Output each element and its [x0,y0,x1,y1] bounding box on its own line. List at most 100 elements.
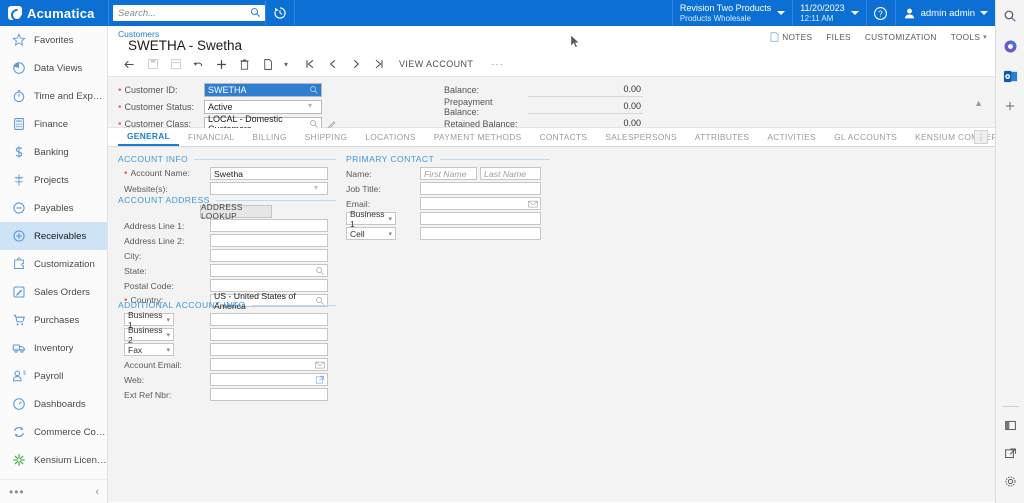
tab-salespersons[interactable]: SALESPERSONS [596,128,686,146]
sidebar-item-kensium-license[interactable]: Kensium License [0,446,107,474]
copilot-icon[interactable] [1000,36,1020,56]
sidebar-item-label: Payroll [34,370,64,382]
caret-down-icon[interactable]: ▾ [279,53,293,75]
business-date-selector[interactable]: 11/20/2023 12:11 AM [793,0,865,26]
sidebar-item-sales-orders[interactable]: Sales Orders [0,278,107,306]
next-record-icon[interactable] [344,53,367,75]
sidebar-item-projects[interactable]: Projects [0,166,107,194]
sidebar-item-favorites[interactable]: Favorites [0,26,107,54]
addl-business2-input[interactable] [210,328,328,341]
contact-cell-input[interactable] [420,227,541,240]
tab-attributes[interactable]: ATTRIBUTES [686,128,759,146]
account-name-row: Account Name: Swetha [124,167,328,180]
tab-billing[interactable]: BILLING [244,128,296,146]
tab-general[interactable]: GENERAL [118,128,180,146]
balance-row: Balance: 0.00 [444,83,643,97]
toolbar-more-button[interactable]: ··· [482,59,513,69]
user-menu[interactable]: admin admin [896,0,995,26]
sidebar-item-commerce-connec[interactable]: Commerce Connec... [0,418,107,446]
addl-business1-input[interactable] [210,313,328,326]
first-name-input[interactable]: First Name [420,167,477,180]
chevron-up-icon[interactable]: ▲ [974,98,983,108]
files-button[interactable]: FILES [826,32,851,42]
sidebar-item-payroll[interactable]: $ Payroll [0,362,107,390]
sidebar-item-dashboards[interactable]: Dashboards [0,390,107,418]
contact-business1-dropdown[interactable]: Business 1 ▾ [346,209,396,229]
undo-icon[interactable] [187,53,210,75]
back-arrow-icon[interactable] [118,53,141,75]
split-screen-icon[interactable] [1001,415,1021,435]
company-selector[interactable]: Revision Two Products Products Wholesale [673,0,792,26]
add-icon[interactable] [1000,96,1020,116]
address-line-2-input[interactable] [210,234,328,247]
address-line-1-input[interactable] [210,219,328,232]
lookup-icon[interactable] [315,266,325,276]
web-input[interactable] [210,373,328,386]
more-modules-button[interactable]: ••• [9,485,25,499]
search-input[interactable] [113,5,265,21]
app-logo[interactable]: Acumatica [0,0,108,26]
recent-history-button[interactable] [266,0,294,26]
sidebar-item-purchases[interactable]: Purchases [0,306,107,334]
tab-payment-methods[interactable]: PAYMENT METHODS [425,128,531,146]
account-name-input[interactable]: Swetha [210,167,328,180]
chevron-down-icon[interactable]: ▾ [314,183,324,193]
chevron-down-icon[interactable]: ▾ [308,101,318,111]
tab-shipping[interactable]: SHIPPING [296,128,356,146]
first-record-icon[interactable] [298,53,321,75]
contact-email-input[interactable] [420,197,541,210]
job-title-input[interactable] [420,182,541,195]
contact-cell-dropdown[interactable]: Cell ▾ [346,227,396,240]
open-external-icon[interactable] [315,375,325,385]
open-external-icon[interactable] [1001,443,1021,463]
sidebar-item-payables[interactable]: Payables [0,194,107,222]
section-rule [215,199,336,201]
settings-gear-icon[interactable] [1001,471,1021,491]
sidebar-item-customization[interactable]: Customization [0,250,107,278]
tab-locations[interactable]: LOCATIONS [356,128,424,146]
notes-button[interactable]: NOTES [770,32,812,42]
contact-business1-input[interactable] [420,212,541,225]
sidebar-item-receivables[interactable]: Receivables [0,222,107,250]
envelope-icon[interactable] [315,360,325,370]
help-button[interactable]: ? [867,0,895,26]
sidebar-item-time-and-expenses[interactable]: Time and Expenses [0,82,107,110]
lookup-icon[interactable] [309,85,319,95]
tab-gl-accounts[interactable]: GL ACCOUNTS [825,128,906,146]
customer-status-select[interactable]: Active ▾ [204,100,322,114]
state-input[interactable] [210,264,328,277]
sidebar-item-banking[interactable]: Banking [0,138,107,166]
last-record-icon[interactable] [367,53,390,75]
save-icon [141,53,164,75]
customization-button[interactable]: CUSTOMIZATION [865,32,937,42]
account-email-input[interactable] [210,358,328,371]
envelope-icon[interactable] [528,199,538,209]
addl-business2-dropdown[interactable]: Business 2 ▾ [124,325,174,345]
sidebar-item-inventory[interactable]: Inventory [0,334,107,362]
last-name-input[interactable]: Last Name [480,167,541,180]
ext-ref-nbr-input[interactable] [210,388,328,401]
city-input[interactable] [210,249,328,262]
tab-overflow-icon[interactable]: ⋮ [974,130,988,144]
delete-icon[interactable] [233,53,256,75]
add-new-icon[interactable] [210,53,233,75]
tools-button[interactable]: TOOLS ▾ [951,32,987,42]
global-search[interactable] [113,5,265,21]
addl-fax-input[interactable] [210,343,328,356]
sidebar-item-finance[interactable]: Finance [0,110,107,138]
sidebar-item-data-views[interactable]: Data Views [0,54,107,82]
prev-record-icon[interactable] [321,53,344,75]
tab-financial[interactable]: FINANCIAL [179,128,244,146]
tab-activities[interactable]: ACTIVITIES [758,128,825,146]
tab-contacts[interactable]: CONTACTS [531,128,597,146]
websites-select[interactable]: ▾ [210,182,328,195]
outlook-icon[interactable] [1000,66,1020,86]
customer-id-input[interactable]: SWETHA [204,83,322,97]
chevron-left-icon[interactable]: ‹ [95,486,99,498]
addl-fax-dropdown[interactable]: Fax ▾ [124,343,174,356]
view-account-button[interactable]: VIEW ACCOUNT [390,59,482,69]
copy-paste-icon[interactable] [256,53,279,75]
browser-search-icon[interactable] [1000,6,1020,26]
web-row: Web: [124,373,328,386]
address-lookup-button[interactable]: ADDRESS LOOKUP [200,203,272,221]
